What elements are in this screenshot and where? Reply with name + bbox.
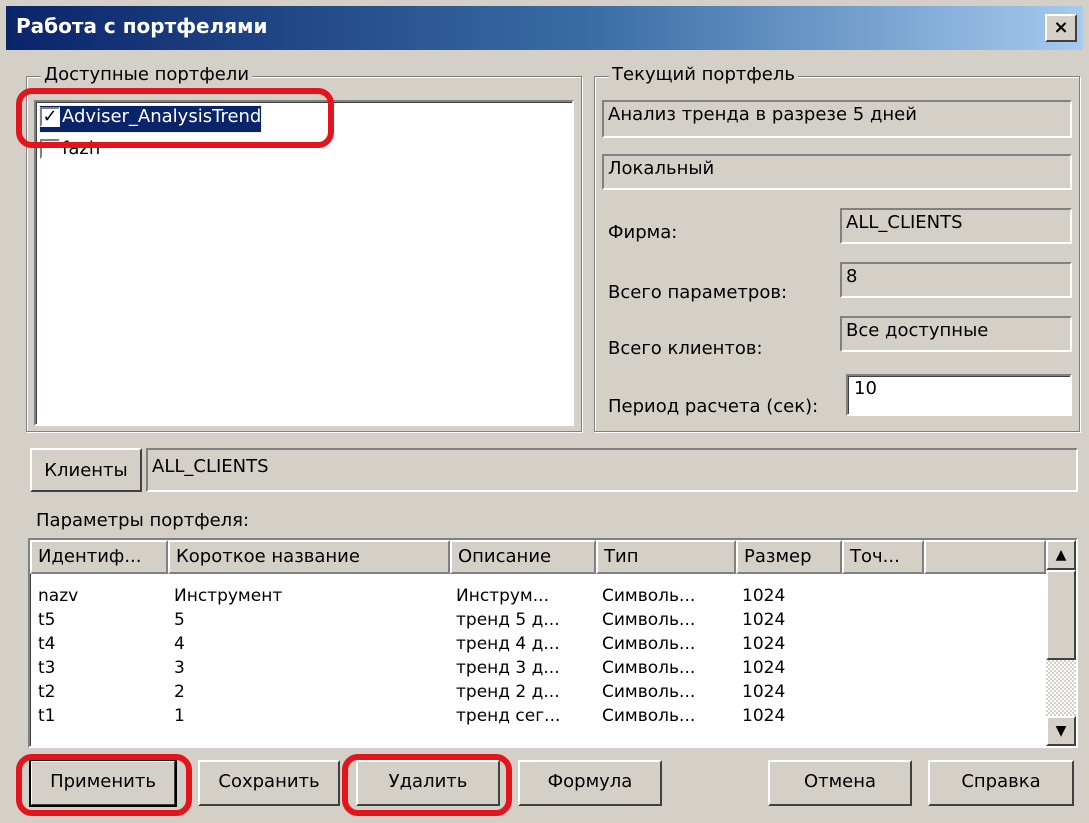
cell: Инструм... xyxy=(456,586,549,606)
current-portfolio-legend: Текущий портфель xyxy=(609,64,798,85)
portfolio-list[interactable]: ✓ Adviser_AnalysisTrend fazh xyxy=(34,100,574,426)
firm-field: ALL_CLIENTS xyxy=(840,208,1072,244)
column-header-empty xyxy=(924,540,1046,574)
column-header[interactable]: Короткое название xyxy=(168,540,450,574)
cell: 1024 xyxy=(742,634,786,654)
firm-label: Фирма: xyxy=(608,222,678,243)
portfolio-item-label: fazh xyxy=(62,138,101,159)
portfolio-item[interactable]: fazh xyxy=(40,138,100,164)
cell: 4 xyxy=(174,634,185,654)
cell: тренд 3 д... xyxy=(456,658,560,678)
help-button[interactable]: Справка xyxy=(928,760,1074,806)
portfolio-item-label: Adviser_AnalysisTrend xyxy=(62,106,262,127)
portfolio-name-field: Анализ тренда в разрезе 5 дней xyxy=(602,100,1072,138)
scroll-up-button[interactable]: ▲ xyxy=(1046,540,1076,570)
params-count-label: Всего параметров: xyxy=(608,282,788,303)
title-bar[interactable]: Работа с портфелями × xyxy=(6,6,1083,50)
apply-button[interactable]: Применить xyxy=(29,759,177,807)
checkbox[interactable] xyxy=(40,139,60,159)
clients-field: ALL_CLIENTS xyxy=(146,448,1078,492)
cell: тренд сег... xyxy=(456,706,561,726)
column-header[interactable]: Идентиф... xyxy=(30,540,168,574)
period-input[interactable]: 10 xyxy=(846,374,1072,416)
cell: 1024 xyxy=(742,610,786,630)
column-header[interactable]: Описание xyxy=(450,540,596,574)
params-count-field: 8 xyxy=(840,262,1072,298)
cell: t2 xyxy=(38,682,56,702)
cell: Символь... xyxy=(602,682,696,702)
scroll-down-button[interactable]: ▼ xyxy=(1046,716,1076,746)
cell: Символь... xyxy=(602,658,696,678)
save-button[interactable]: Сохранить xyxy=(198,760,340,806)
cell: 1024 xyxy=(742,586,786,606)
cell: Символь... xyxy=(602,706,696,726)
cell: 1024 xyxy=(742,658,786,678)
clients-button[interactable]: Клиенты xyxy=(30,448,142,492)
close-button[interactable]: × xyxy=(1045,14,1077,42)
cell: тренд 5 д... xyxy=(456,610,560,630)
cell: Символь... xyxy=(602,610,696,630)
cell: 2 xyxy=(174,682,185,702)
column-header[interactable]: Размер xyxy=(736,540,842,574)
period-label: Период расчета (сек): xyxy=(608,396,819,417)
formula-button[interactable]: Формула xyxy=(518,760,662,806)
window-title: Работа с портфелями xyxy=(16,14,268,38)
checkbox[interactable]: ✓ xyxy=(40,107,60,127)
cell: nazv xyxy=(38,586,79,606)
cell: t3 xyxy=(38,658,56,678)
available-portfolios-legend: Доступные портфели xyxy=(41,64,253,85)
cell: тренд 4 д... xyxy=(456,634,560,654)
cell: 1024 xyxy=(742,706,786,726)
column-header[interactable]: Точ... xyxy=(842,540,924,574)
column-header[interactable]: Тип xyxy=(596,540,736,574)
portfolio-dialog: Работа с портфелями × Доступные портфели… xyxy=(0,0,1089,823)
cell: t1 xyxy=(38,706,56,726)
clients-count-label: Всего клиентов: xyxy=(608,338,763,359)
cell: 3 xyxy=(174,658,185,678)
clients-count-field: Все доступные xyxy=(840,316,1072,352)
vertical-scrollbar[interactable]: ▲ ▼ xyxy=(1046,540,1076,746)
portfolio-type-field: Локальный xyxy=(602,154,1072,190)
scroll-thumb[interactable] xyxy=(1046,570,1076,660)
params-table[interactable]: Идентиф... Короткое название Описание Ти… xyxy=(28,538,1078,748)
cancel-button[interactable]: Отмена xyxy=(768,760,912,806)
params-title: Параметры портфеля: xyxy=(36,510,250,531)
cell: Символь... xyxy=(602,586,696,606)
portfolio-item[interactable]: ✓ Adviser_AnalysisTrend xyxy=(38,105,263,133)
cell: t5 xyxy=(38,610,56,630)
cell: Инструмент xyxy=(174,586,283,606)
cell: Символь... xyxy=(602,634,696,654)
cell: 5 xyxy=(174,610,185,630)
cell: 1024 xyxy=(742,682,786,702)
delete-button[interactable]: Удалить xyxy=(356,760,500,806)
cell: тренд 2 д... xyxy=(456,682,560,702)
cell: 1 xyxy=(174,706,185,726)
cell: t4 xyxy=(38,634,56,654)
